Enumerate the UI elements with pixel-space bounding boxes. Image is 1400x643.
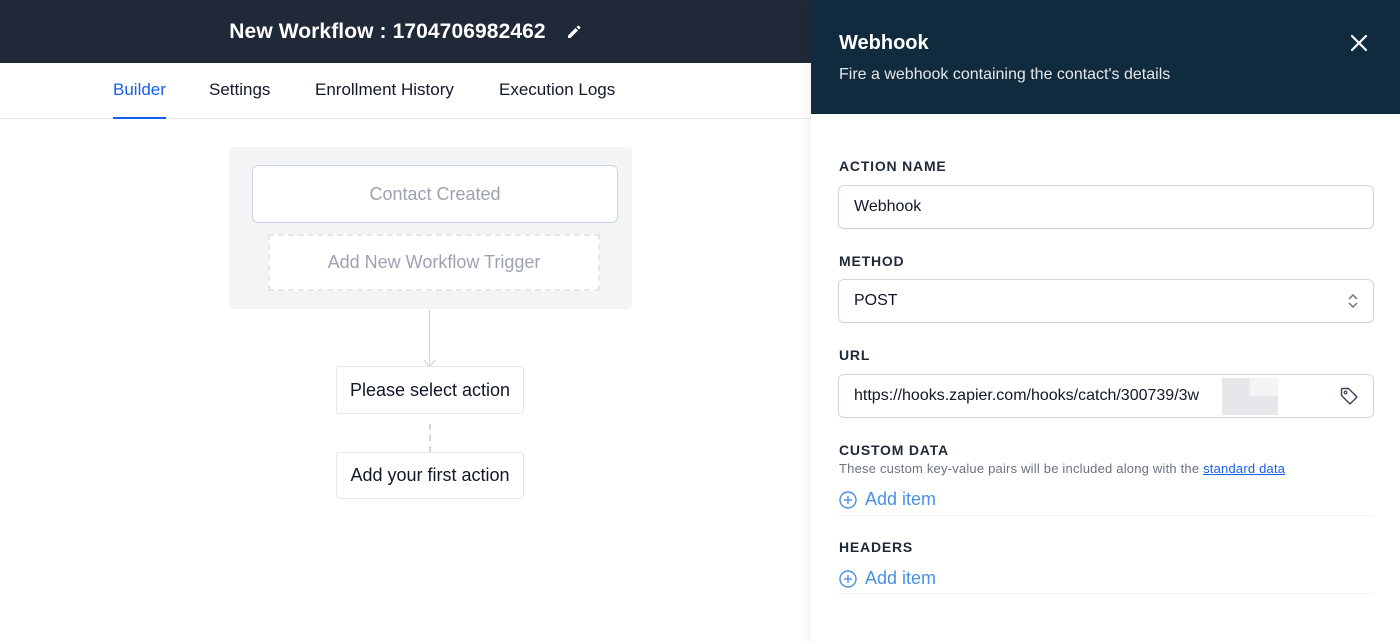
headers-add-label: Add item xyxy=(865,568,937,588)
divider xyxy=(838,515,1374,516)
trigger-group: Contact Created Add New Workflow Trigger xyxy=(229,147,632,309)
method-label: METHOD xyxy=(839,253,905,269)
method-value: POST xyxy=(854,292,898,309)
add-trigger-button[interactable]: Add New Workflow Trigger xyxy=(268,234,600,291)
panel-subtitle: Fire a webhook containing the contact's … xyxy=(839,66,1171,83)
workflow-canvas: Contact Created Add New Workflow Trigger… xyxy=(0,119,811,643)
tab-builder[interactable]: Builder xyxy=(113,63,166,119)
add-first-action-button[interactable]: Add your first action xyxy=(336,452,524,499)
redacted-area-light xyxy=(1250,378,1278,396)
action-name-label: ACTION NAME xyxy=(839,158,947,174)
webhook-panel: Webhook Fire a webhook containing the co… xyxy=(811,0,1400,643)
tab-settings[interactable]: Settings xyxy=(209,63,270,119)
select-action-node[interactable]: Please select action xyxy=(336,366,524,414)
plus-circle-icon xyxy=(839,490,857,509)
tab-execution-logs[interactable]: Execution Logs xyxy=(499,63,615,119)
workflow-title: New Workflow : 1704706982462 xyxy=(229,19,546,43)
tag-icon[interactable] xyxy=(1339,386,1359,406)
title-wrap: New Workflow : 1704706982462 xyxy=(229,20,581,44)
divider xyxy=(838,593,1374,594)
dashed-connector xyxy=(429,424,431,452)
tab-enrollment-history[interactable]: Enrollment History xyxy=(315,63,454,119)
method-select[interactable]: POST xyxy=(838,279,1374,323)
close-icon[interactable] xyxy=(1348,32,1370,54)
url-value[interactable]: https://hooks.zapier.com/hooks/catch/300… xyxy=(854,387,1199,405)
tab-bar: Builder Settings Enrollment History Exec… xyxy=(0,63,811,119)
action-name-field[interactable] xyxy=(838,185,1374,229)
standard-data-link[interactable]: standard data xyxy=(1203,461,1285,476)
custom-data-help-text: These custom key-value pairs will be inc… xyxy=(839,461,1204,476)
headers-add-item-button[interactable]: Add item xyxy=(839,568,936,589)
workflow-builder: New Workflow : 1704706982462 Builder Set… xyxy=(0,0,811,643)
action-name-input[interactable] xyxy=(854,198,1373,216)
top-bar: New Workflow : 1704706982462 xyxy=(0,0,811,63)
pencil-icon[interactable] xyxy=(566,24,582,40)
panel-title: Webhook xyxy=(839,32,929,54)
headers-label: HEADERS xyxy=(839,539,914,555)
url-field[interactable]: https://hooks.zapier.com/hooks/catch/300… xyxy=(838,374,1374,418)
custom-data-label: CUSTOM DATA xyxy=(839,442,949,458)
panel-header: Webhook Fire a webhook containing the co… xyxy=(811,0,1400,114)
custom-data-add-label: Add item xyxy=(865,489,937,509)
custom-data-help: These custom key-value pairs will be inc… xyxy=(839,461,1285,476)
url-label: URL xyxy=(839,347,871,363)
custom-data-add-item-button[interactable]: Add item xyxy=(839,489,936,510)
select-chevrons-icon xyxy=(1348,293,1358,309)
plus-circle-icon xyxy=(839,569,857,588)
trigger-contact-created[interactable]: Contact Created xyxy=(252,165,618,223)
